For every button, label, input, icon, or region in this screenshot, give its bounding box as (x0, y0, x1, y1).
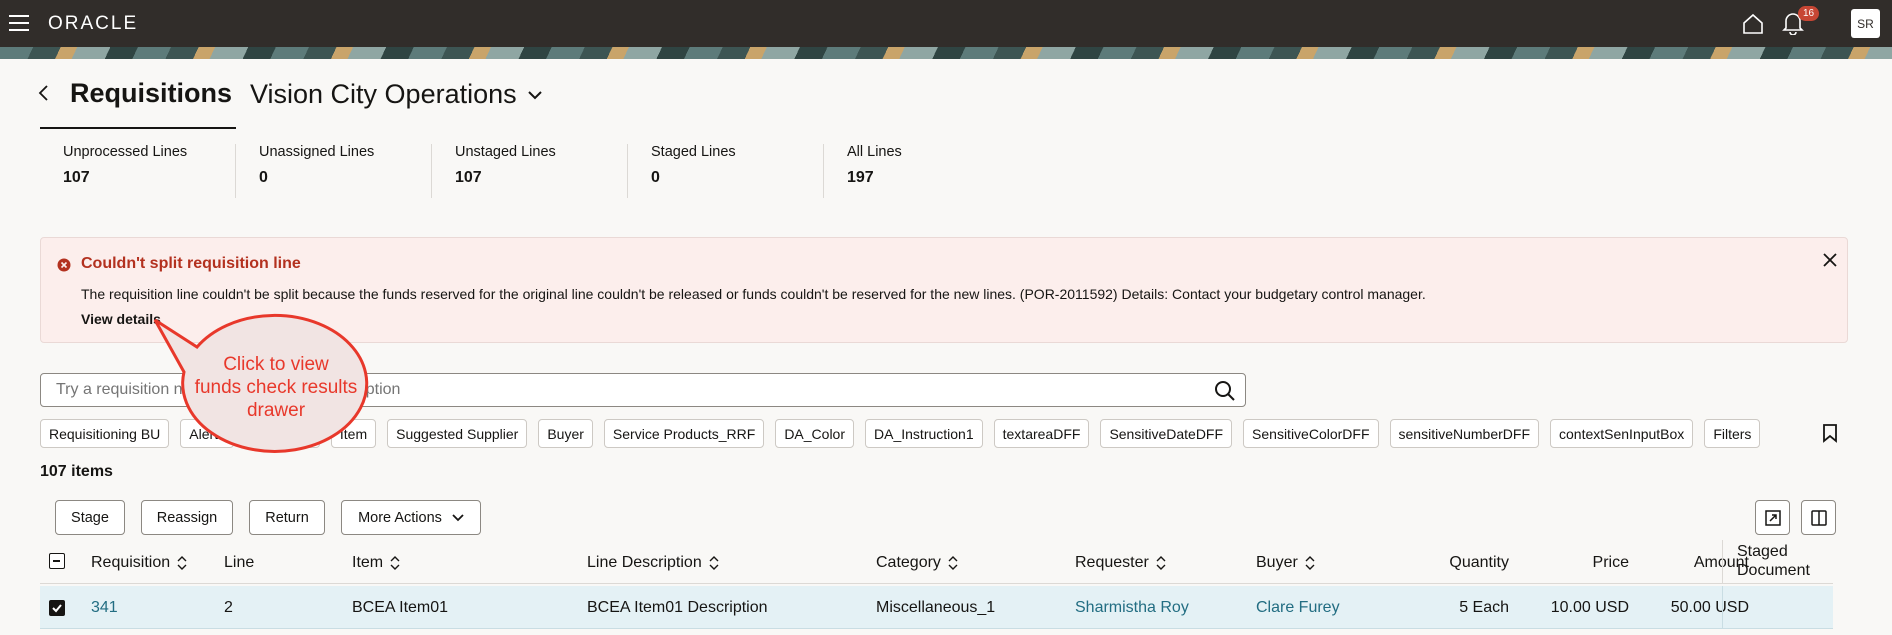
detach-button[interactable] (1755, 500, 1790, 535)
sort-icon (177, 556, 187, 570)
back-chevron-icon[interactable] (37, 82, 51, 104)
notification-badge: 16 (1798, 6, 1820, 21)
col-item[interactable]: Item (352, 542, 400, 584)
sort-icon (1305, 556, 1315, 570)
metric-staged[interactable]: Staged Lines 0 (651, 144, 824, 198)
filter-chip[interactable]: DA_Color (775, 419, 855, 448)
global-header: ORACLE 16 SR (0, 0, 1892, 47)
title-underline (40, 127, 236, 129)
filter-chip[interactable]: Alerts (180, 419, 235, 448)
return-button[interactable]: Return (249, 500, 325, 535)
col-line-description[interactable]: Line Description (587, 542, 719, 584)
sort-icon (948, 556, 958, 570)
reassign-button[interactable]: Reassign (141, 500, 233, 535)
view-details-link[interactable]: View details (81, 311, 161, 327)
user-avatar[interactable]: SR (1851, 9, 1880, 38)
bookmark-icon[interactable] (1822, 423, 1838, 443)
cell-line: 2 (224, 598, 233, 616)
home-icon[interactable] (1741, 12, 1765, 36)
table-header: Requisition Line Item Line Description C… (40, 542, 1833, 584)
detach-icon (1764, 509, 1781, 526)
more-actions-button[interactable]: More Actions (341, 500, 481, 535)
error-message-banner: Couldn't split requisition line The requ… (40, 237, 1848, 343)
stage-button[interactable]: Stage (55, 500, 125, 535)
filter-chip[interactable]: Item (330, 419, 377, 448)
filter-chip[interactable]: textareaDFF (993, 419, 1090, 448)
row-checkbox[interactable] (49, 600, 65, 616)
metric-unstaged[interactable]: Unstaged Lines 107 (455, 144, 628, 198)
filter-chip[interactable]: DA_Instruction1 (865, 419, 983, 448)
cell-staged-document (1722, 586, 1833, 629)
cell-item: BCEA Item01 (352, 598, 449, 616)
columns-icon (1810, 509, 1827, 526)
metric-unassigned[interactable]: Unassigned Lines 0 (259, 144, 432, 198)
checkmark-icon (52, 604, 62, 613)
col-requester[interactable]: Requester (1075, 542, 1166, 584)
col-price[interactable]: Price (1530, 542, 1629, 584)
org-name: Vision City Operations (250, 79, 517, 109)
error-message: The requisition line couldn't be split b… (81, 286, 1426, 302)
filter-chips: Requisitioning BU Alerts Category Item S… (40, 419, 1761, 449)
col-category[interactable]: Category (876, 542, 958, 584)
filter-chip[interactable]: Requisitioning BU (40, 419, 170, 448)
chevron-down-icon (452, 513, 464, 521)
filter-chip[interactable]: SensitiveDateDFF (1100, 419, 1233, 448)
cell-price: 10.00 USD (1550, 598, 1629, 616)
items-count: 107 items (40, 463, 113, 480)
requisition-link[interactable]: 341 (91, 586, 118, 629)
page-title: Requisitions (70, 78, 233, 108)
cell-line-description: BCEA Item01 Description (587, 598, 768, 616)
cell-category: Miscellaneous_1 (876, 598, 996, 616)
requester-link[interactable]: Sharmistha Roy (1075, 586, 1189, 629)
cell-quantity: 5 Each (1459, 598, 1509, 616)
filter-chip[interactable]: Service Products_RRF (603, 419, 765, 448)
error-icon (57, 258, 71, 272)
col-quantity[interactable]: Quantity (1400, 542, 1509, 584)
more-actions-label: More Actions (358, 509, 442, 526)
oracle-logo[interactable]: ORACLE (48, 13, 138, 35)
col-line[interactable]: Line (224, 542, 254, 584)
select-all-checkbox[interactable] (49, 553, 65, 569)
chevron-down-icon (527, 90, 542, 99)
error-title: Couldn't split requisition line (81, 255, 301, 272)
callout-text: Click to view funds check results drawer (194, 354, 358, 421)
columns-button[interactable] (1801, 500, 1836, 535)
filter-chip[interactable]: Suggested Supplier (387, 419, 528, 448)
filter-chip[interactable]: SensitiveColorDFF (1243, 419, 1379, 448)
col-requisition[interactable]: Requisition (91, 542, 187, 584)
metric-all[interactable]: All Lines 197 (847, 144, 1020, 198)
sort-icon (1156, 556, 1166, 570)
sort-icon (390, 556, 400, 570)
filter-chip[interactable]: Category (245, 419, 320, 448)
table-row[interactable]: 341 2 BCEA Item01 BCEA Item01 Descriptio… (40, 586, 1833, 629)
metric-unprocessed[interactable]: Unprocessed Lines 107 (63, 144, 236, 198)
sort-icon (709, 556, 719, 570)
menu-icon[interactable] (9, 15, 29, 31)
col-staged-document[interactable]: Staged Document (1722, 540, 1833, 584)
org-selector[interactable]: Vision City Operations (250, 79, 543, 110)
col-buyer[interactable]: Buyer (1256, 542, 1315, 584)
search-icon[interactable] (1213, 379, 1237, 403)
close-icon[interactable] (1819, 249, 1841, 271)
notifications-button[interactable]: 16 (1782, 6, 1820, 37)
buyer-link[interactable]: Clare Furey (1256, 586, 1340, 629)
filter-chip[interactable]: sensitiveNumberDFF (1389, 419, 1539, 448)
filters-button[interactable]: Filters (1704, 419, 1761, 448)
filter-chip[interactable]: contextSenInputBox (1550, 419, 1694, 448)
header-banner (0, 47, 1892, 59)
filter-chip[interactable]: Buyer (538, 419, 593, 448)
